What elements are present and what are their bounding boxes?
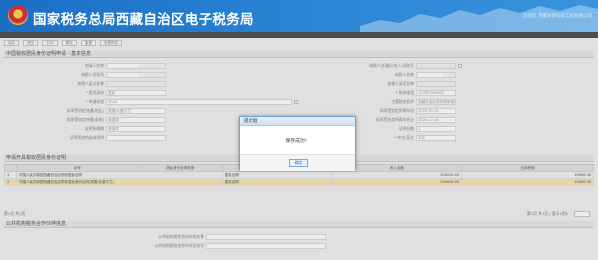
dialog-footer: 确定 bbox=[240, 154, 355, 171]
alert-dialog: 提示框 保存成功！ 确定 bbox=[239, 116, 356, 171]
dialog-title: 提示框 bbox=[240, 117, 355, 126]
ok-button[interactable]: 确定 bbox=[289, 159, 308, 167]
tax-emblem-icon bbox=[8, 5, 28, 25]
site-title: 国家税务总局西藏自治区电子税务局 bbox=[33, 12, 254, 28]
dialog-message: 保存成功！ bbox=[285, 139, 310, 144]
header-user-info[interactable]: 欢迎您 西藏某某科技工程有限公司 bbox=[523, 13, 592, 19]
site-header: 国家税务总局西藏自治区电子税务局 欢迎您 西藏某某科技工程有限公司 bbox=[0, 0, 598, 32]
